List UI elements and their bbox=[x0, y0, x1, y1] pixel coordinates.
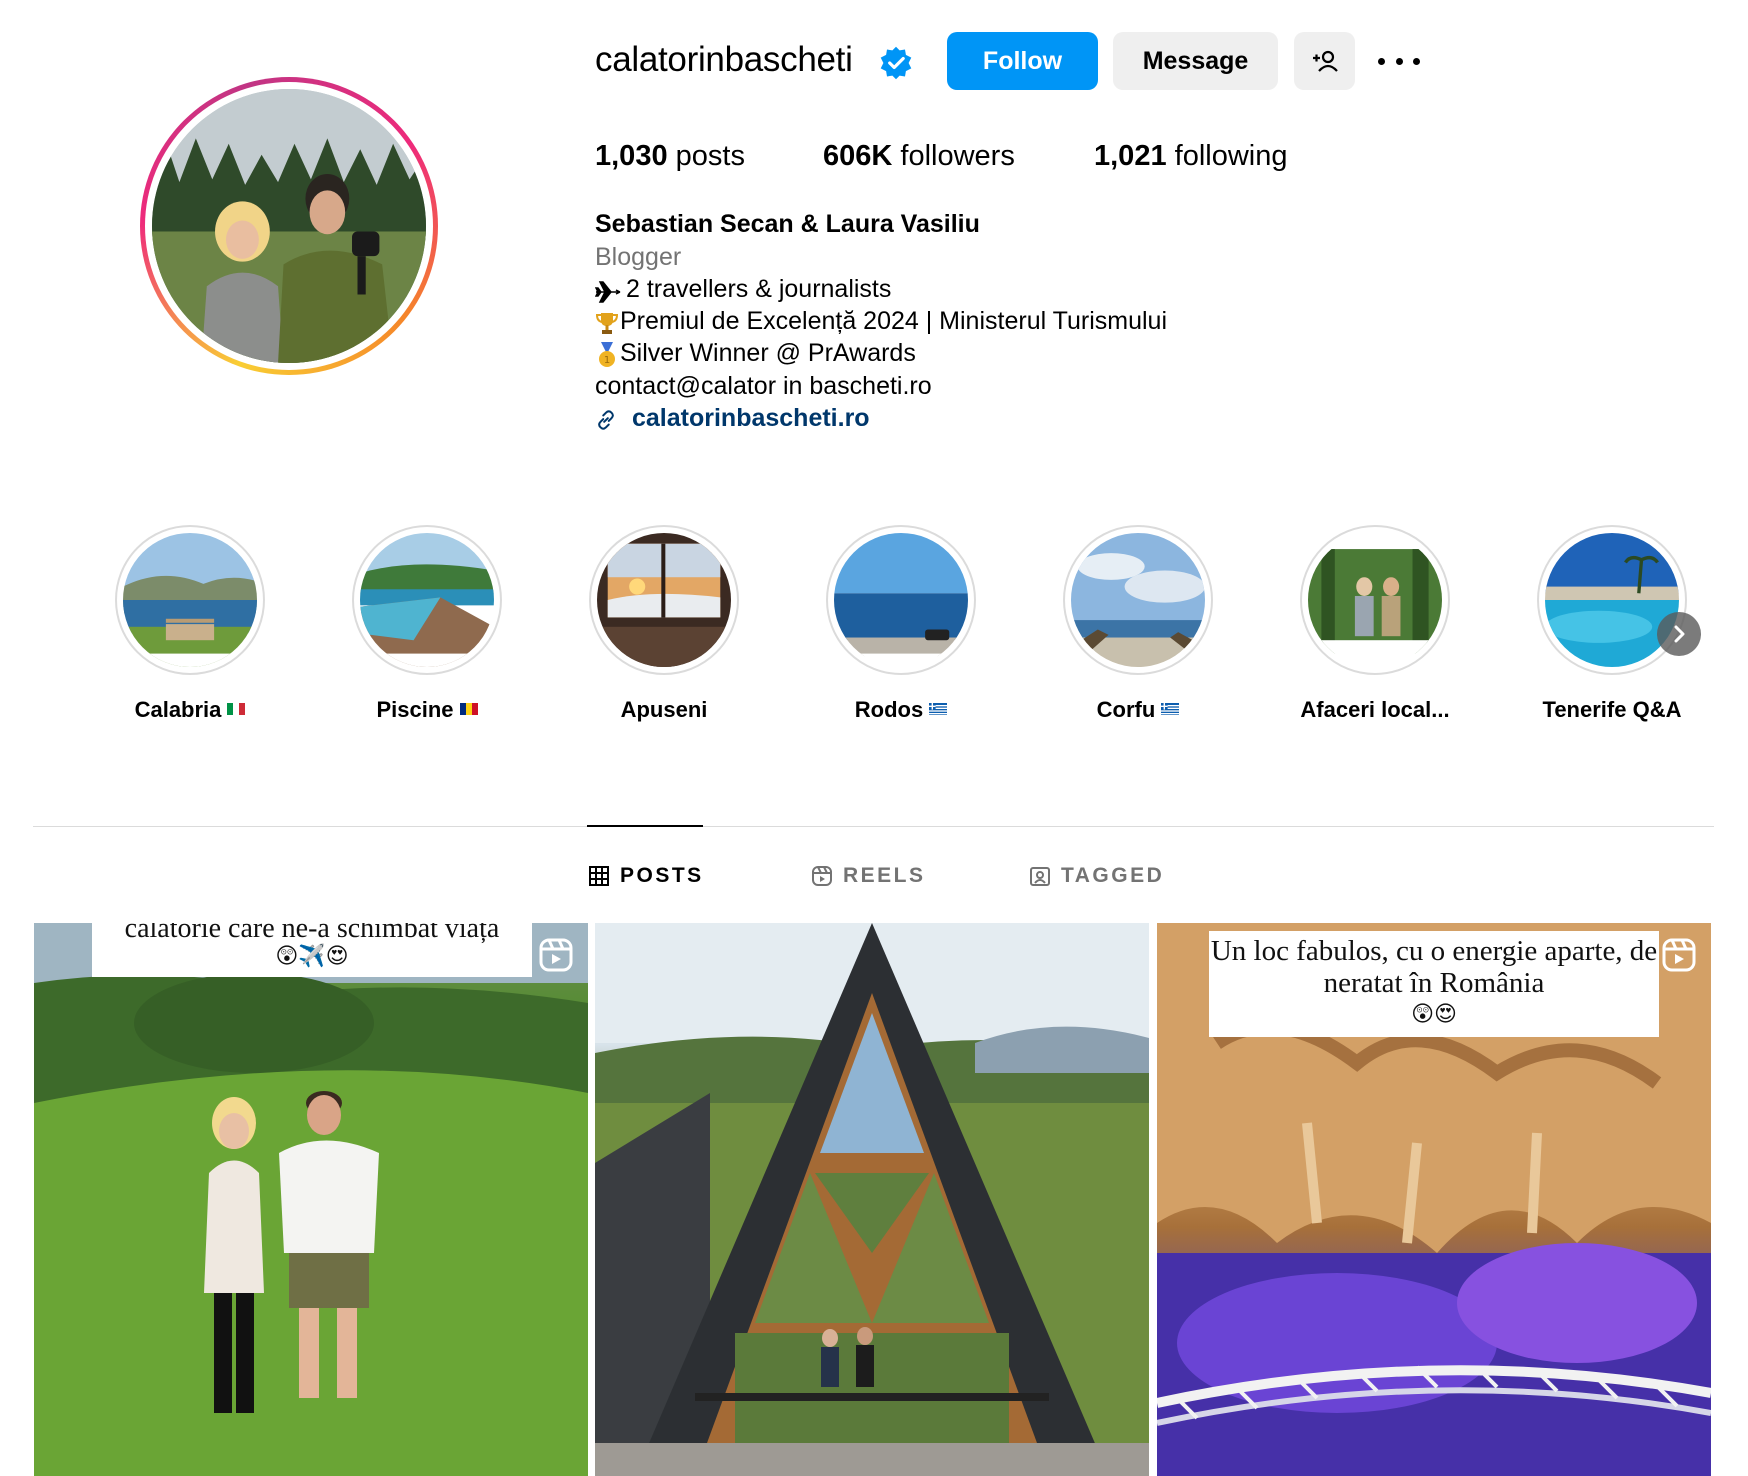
highlight-tenerife-qa[interactable]: Tenerife Q&A bbox=[1537, 525, 1687, 722]
reel-badge-icon bbox=[1662, 938, 1696, 972]
suggested-users-button[interactable] bbox=[1294, 32, 1355, 90]
highlight-label: Rodos bbox=[786, 697, 1016, 723]
bio-line-award: Premiul de Excelență 2024 | Ministerul T… bbox=[620, 307, 1168, 335]
highlight-label: Afaceri local... bbox=[1300, 697, 1450, 722]
avatar-scene bbox=[152, 89, 426, 363]
reels-icon bbox=[812, 866, 832, 886]
tabs-divider bbox=[33, 826, 1714, 827]
message-button[interactable]: Message bbox=[1113, 32, 1278, 90]
highlight-label: Piscine bbox=[312, 697, 542, 723]
highlight-thumbnail bbox=[597, 533, 731, 667]
profile-username: calatorinbascheti bbox=[595, 40, 853, 79]
svg-text:1: 1 bbox=[604, 355, 610, 366]
tab-tagged[interactable]: TAGGED bbox=[1029, 862, 1164, 890]
profile-avatar[interactable] bbox=[140, 77, 438, 375]
bio-contact-email: contact@calator in bascheti.ro bbox=[595, 372, 932, 400]
highlight-piscine[interactable]: Piscine bbox=[352, 525, 502, 722]
italy-flag-icon bbox=[227, 703, 246, 716]
tab-posts[interactable]: POSTS bbox=[588, 862, 704, 890]
post-caption: călătorie care ne-a schimbat viața 😲✈️😍 bbox=[92, 923, 532, 977]
highlight-afaceri-locale[interactable]: Afaceri local... bbox=[1300, 525, 1450, 722]
highlight-corfu[interactable]: Corfu bbox=[1063, 525, 1213, 722]
post-tile[interactable]: călătorie care ne-a schimbat viața 😲✈️😍 bbox=[34, 923, 588, 1476]
post-tile[interactable] bbox=[595, 923, 1149, 1476]
highlight-label: Corfu bbox=[1023, 697, 1253, 723]
greece-flag-icon bbox=[929, 703, 948, 716]
bio-line-prawards: Silver Winner @ PrAwards bbox=[620, 339, 916, 367]
trophy-icon bbox=[595, 313, 619, 334]
following-count[interactable]: 1,021 following bbox=[1094, 140, 1287, 173]
bio-category: Blogger bbox=[595, 243, 682, 271]
bio-website-link[interactable]: calatorinbascheti.ro bbox=[632, 404, 870, 433]
post-caption: Un loc fabulos, cu o energie aparte, de … bbox=[1209, 931, 1659, 1037]
link-icon bbox=[598, 410, 614, 430]
romania-flag-icon bbox=[459, 703, 478, 716]
bio-line-travellers: 2 travellers & journalists bbox=[626, 275, 892, 303]
more-options-icon[interactable] bbox=[1378, 45, 1420, 77]
highlight-thumbnail bbox=[834, 533, 968, 667]
post-image bbox=[34, 923, 588, 1476]
highlight-rodos[interactable]: Rodos bbox=[826, 525, 976, 722]
airplane-icon bbox=[595, 281, 621, 303]
highlight-label: Tenerife Q&A bbox=[1542, 697, 1682, 722]
avatar-photo bbox=[152, 89, 426, 363]
highlight-calabria[interactable]: Calabria bbox=[115, 525, 265, 722]
follow-button[interactable]: Follow bbox=[947, 32, 1098, 90]
tab-reels[interactable]: REELS bbox=[811, 862, 926, 890]
highlights-next-button[interactable] bbox=[1657, 612, 1701, 656]
highlight-thumbnail bbox=[123, 533, 257, 667]
chevron-right-icon bbox=[1674, 625, 1685, 643]
post-tile[interactable]: Un loc fabulos, cu o energie aparte, de … bbox=[1157, 923, 1711, 1476]
verified-badge-icon bbox=[880, 46, 912, 80]
active-tab-indicator bbox=[587, 825, 703, 827]
grid-icon bbox=[589, 866, 609, 886]
highlight-thumbnail bbox=[1071, 533, 1205, 667]
medal-icon: 1 bbox=[599, 342, 615, 367]
highlight-label: Calabria bbox=[75, 697, 305, 723]
highlight-thumbnail bbox=[1308, 533, 1442, 667]
highlight-thumbnail bbox=[1545, 533, 1679, 667]
add-user-icon bbox=[1312, 50, 1338, 72]
posts-count: 1,030 posts bbox=[595, 140, 745, 172]
tagged-icon bbox=[1030, 867, 1050, 886]
avatar-inner bbox=[145, 82, 433, 370]
greece-flag-icon bbox=[1161, 703, 1180, 716]
highlight-apuseni[interactable]: Apuseni bbox=[589, 525, 739, 722]
reel-badge-icon bbox=[539, 938, 573, 972]
post-image bbox=[595, 923, 1149, 1476]
highlight-label: Apuseni bbox=[620, 697, 708, 722]
followers-count[interactable]: 606K followers bbox=[823, 140, 1015, 173]
highlight-thumbnail bbox=[360, 533, 494, 667]
bio-full-name: Sebastian Secan & Laura Vasiliu bbox=[595, 210, 980, 238]
